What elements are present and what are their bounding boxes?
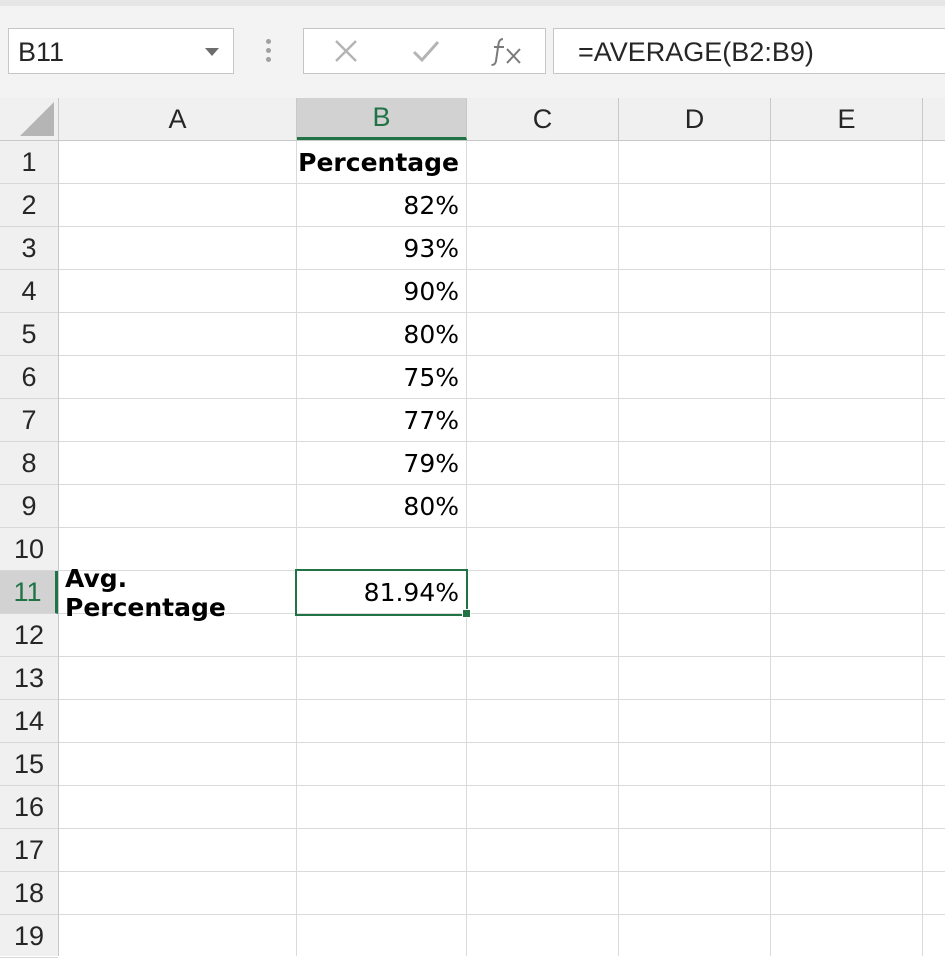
gridline <box>59 527 945 528</box>
name-box-value: B11 <box>18 37 65 67</box>
row-header-6[interactable]: 6 <box>0 356 58 399</box>
fill-handle[interactable] <box>462 609 471 618</box>
gridline <box>59 183 945 184</box>
gridline <box>59 398 945 399</box>
formula-buttons <box>303 28 546 74</box>
active-cell-border <box>295 569 468 616</box>
cell-b6[interactable]: 75% <box>297 356 466 399</box>
gridline <box>59 312 945 313</box>
gridline <box>59 226 945 227</box>
formula-bar-area: B11 =AVERAGE(B2:B9) <box>0 6 945 98</box>
grip-dot-icon <box>266 48 271 53</box>
formula-input[interactable]: =AVERAGE(B2:B9) <box>553 28 945 74</box>
column-header-a[interactable]: A <box>59 98 297 140</box>
cell-grid[interactable]: Percentage 82% 93% 90% 80% 75% 77% 79% 8… <box>59 141 945 956</box>
gridline <box>59 828 945 829</box>
row-header-10[interactable]: 10 <box>0 528 58 571</box>
row-header-17[interactable]: 17 <box>0 829 58 872</box>
row-header-13[interactable]: 13 <box>0 657 58 700</box>
row-header-11[interactable]: 11 <box>0 571 58 614</box>
column-header-c[interactable]: C <box>467 98 619 140</box>
cell-b3[interactable]: 93% <box>297 227 466 270</box>
row-header-18[interactable]: 18 <box>0 872 58 915</box>
formula-text: =AVERAGE(B2:B9) <box>578 37 814 67</box>
chevron-down-icon[interactable] <box>205 48 219 56</box>
cell-b8[interactable]: 79% <box>297 442 466 485</box>
gridline <box>59 871 945 872</box>
row-header-1[interactable]: 1 <box>0 141 58 184</box>
select-all-button[interactable] <box>0 98 59 140</box>
row-header-14[interactable]: 14 <box>0 700 58 743</box>
row-header-5[interactable]: 5 <box>0 313 58 356</box>
cell-b4[interactable]: 90% <box>297 270 466 313</box>
column-header-d[interactable]: D <box>619 98 771 140</box>
cell-b2[interactable]: 82% <box>297 184 466 227</box>
column-header-b[interactable]: B <box>297 98 467 140</box>
row-headers: 1 2 3 4 5 6 7 8 9 10 11 12 13 14 15 16 1… <box>0 141 59 958</box>
gridline <box>59 914 945 915</box>
row-header-15[interactable]: 15 <box>0 743 58 786</box>
column-header-e[interactable]: E <box>771 98 923 140</box>
cell-b9[interactable]: 80% <box>297 485 466 528</box>
check-icon[interactable] <box>396 29 456 73</box>
row-header-7[interactable]: 7 <box>0 399 58 442</box>
grip-dot-icon <box>266 39 271 44</box>
grip-dot-icon <box>266 57 271 62</box>
select-all-triangle-icon <box>20 102 54 136</box>
cell-a11[interactable]: Avg. Percentage <box>59 564 296 622</box>
gridline <box>770 141 771 956</box>
name-box[interactable]: B11 <box>8 28 234 74</box>
gridline <box>466 141 467 956</box>
close-icon[interactable] <box>316 29 376 73</box>
cell-b5[interactable]: 80% <box>297 313 466 356</box>
row-header-3[interactable]: 3 <box>0 227 58 270</box>
gridline <box>59 484 945 485</box>
gridline <box>59 269 945 270</box>
column-headers: A B C D E <box>0 98 945 141</box>
gridline <box>618 141 619 956</box>
gridline <box>59 699 945 700</box>
row-header-9[interactable]: 9 <box>0 485 58 528</box>
cell-b1[interactable]: Percentage <box>297 141 466 184</box>
gridline <box>59 656 945 657</box>
row-header-8[interactable]: 8 <box>0 442 58 485</box>
gridline <box>59 742 945 743</box>
gridline <box>59 355 945 356</box>
gridline <box>59 785 945 786</box>
gridline <box>922 141 923 956</box>
row-header-19[interactable]: 19 <box>0 915 58 958</box>
cell-b7[interactable]: 77% <box>297 399 466 442</box>
fx-icon[interactable] <box>476 29 536 73</box>
row-header-4[interactable]: 4 <box>0 270 58 313</box>
row-header-16[interactable]: 16 <box>0 786 58 829</box>
row-header-2[interactable]: 2 <box>0 184 58 227</box>
gridline <box>59 441 945 442</box>
row-header-12[interactable]: 12 <box>0 614 58 657</box>
